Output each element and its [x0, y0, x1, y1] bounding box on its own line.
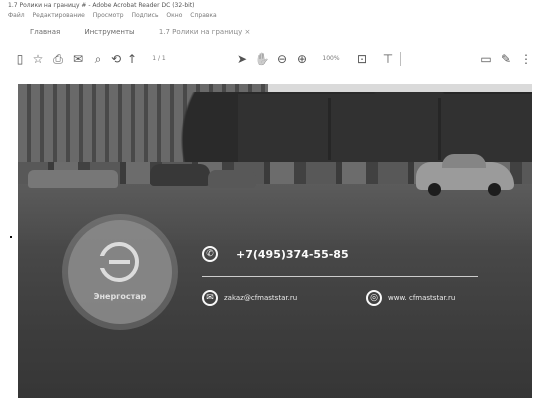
margin-dot [10, 236, 12, 238]
annotate-icon[interactable]: ▭ [478, 51, 494, 67]
email-icon: ✉ [202, 290, 218, 306]
phone-number: +7(495)374-55-85 [236, 248, 349, 261]
menu-item-file[interactable]: Файл [8, 12, 25, 19]
zoom-level[interactable]: 100% [314, 51, 348, 67]
tab-bar: Главная Инструменты 1.7 Ролики на границ… [30, 28, 272, 36]
zoom-in-icon[interactable]: ⊕ [294, 51, 310, 67]
print-icon[interactable]: ⎙ [50, 51, 66, 67]
tab-tools[interactable]: Инструменты [84, 28, 134, 36]
menu-item-view[interactable]: Просмотр [93, 12, 124, 19]
bookmark-star-icon[interactable]: ☆ [30, 51, 46, 67]
upload-icon[interactable]: ⟲ [108, 51, 124, 67]
street-pole [438, 98, 441, 160]
more-tools-icon[interactable]: ⋮ [518, 51, 534, 67]
phone-icon: ✆ [202, 246, 218, 262]
save-icon[interactable]: ▯ [12, 51, 28, 67]
hand-icon[interactable]: ✋ [254, 51, 270, 67]
car-left [28, 170, 118, 188]
email-icon[interactable]: ✉ [70, 51, 86, 67]
document-canvas[interactable]: Энергостар ✆ +7(495)374-55-85 ✉ zakaz@cf… [18, 84, 532, 398]
fit-page-icon[interactable]: ⊡ [354, 51, 370, 67]
car-dark [150, 164, 210, 186]
car-wheel [428, 183, 441, 196]
pointer-icon[interactable]: ➤ [234, 51, 250, 67]
tab-document[interactable]: 1.7 Ролики на границу × [159, 28, 251, 36]
company-logo: Энергостар [68, 220, 172, 324]
email-address: zakaz@cfmaststar.ru [224, 294, 298, 302]
street-pole [328, 98, 331, 160]
menu-item-edit[interactable]: Редактирование [33, 12, 85, 19]
menu-item-help[interactable]: Справка [190, 12, 216, 19]
window-title: 1.7 Ролики на границу # - Adobe Acrobat … [8, 2, 195, 9]
comment-icon[interactable]: ⊤ [380, 51, 396, 67]
toolbar-divider [400, 52, 401, 66]
car-right [416, 154, 514, 196]
contact-divider [202, 276, 478, 277]
logo-text: Энергостар [93, 292, 147, 301]
zoom-out-icon[interactable]: ⊖ [274, 51, 290, 67]
pdf-viewer-window: 1.7 Ролики на границу # - Adobe Acrobat … [0, 0, 535, 398]
page-total: / 1 [158, 55, 166, 62]
sign-icon[interactable]: ✎ [498, 51, 514, 67]
car-middle [208, 170, 256, 188]
car-wheel [488, 183, 501, 196]
background-tree-block [238, 94, 532, 169]
web-globe-icon: ◎ [366, 290, 382, 306]
toolbar: ▯ ☆ ⎙ ✉ ⌕ ⟲ ↑ 1 / 1 ➤ ✋ ⊖ ⊕ 100% ⊡ ⊤ ▭ ✎… [8, 49, 532, 71]
page-indicator[interactable]: 1 / 1 [144, 51, 174, 67]
website-address: www. cfmaststar.ru [388, 294, 456, 302]
search-zoom-icon[interactable]: ⌕ [90, 51, 106, 67]
page-current[interactable]: 1 [152, 55, 156, 62]
menu-item-window[interactable]: Окно [166, 12, 182, 19]
tab-home[interactable]: Главная [30, 28, 60, 36]
menu-item-sign[interactable]: Подпись [132, 12, 159, 19]
menu-bar: Файл Редактирование Просмотр Подпись Окн… [8, 12, 223, 19]
logo-mark-icon [97, 242, 139, 282]
prev-page-icon[interactable]: ↑ [124, 51, 140, 67]
